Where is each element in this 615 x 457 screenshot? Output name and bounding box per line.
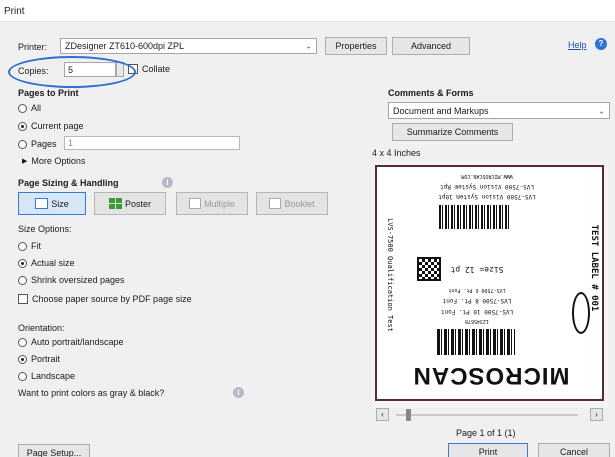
- label-line-url: WWW.MICROSCAN.COM: [461, 173, 513, 179]
- poster-icon: [108, 198, 122, 209]
- poster-button-label: Poster: [124, 198, 151, 209]
- radio-landscape-label: Landscape: [31, 371, 76, 381]
- label-line-5: LVS-7500 10 Pt. Font: [440, 308, 514, 315]
- collate-label: Collate: [142, 64, 171, 74]
- size-button-label: Size: [51, 198, 69, 209]
- barcode-bottom: [437, 329, 515, 355]
- label-preview: MICROSCAN LVS-7500 Qualification Test TE…: [375, 165, 604, 401]
- booklet-icon: [269, 198, 282, 209]
- sizing-heading: Page Sizing & Handling: [18, 178, 119, 188]
- label-line-6: 12345678: [464, 318, 490, 324]
- scroll-right-button[interactable]: ›: [590, 408, 603, 421]
- properties-button[interactable]: Properties: [325, 37, 387, 55]
- scroll-track[interactable]: [396, 414, 578, 416]
- radio-actual-button[interactable]: [18, 258, 27, 268]
- radio-actual-size[interactable]: Actual size: [18, 258, 75, 268]
- paper-source-option[interactable]: Choose paper source by PDF page size: [18, 294, 192, 304]
- label-line-1: LVS-7500 Vision System Rpt: [440, 183, 534, 190]
- help-link[interactable]: Help: [568, 40, 587, 50]
- cancel-button[interactable]: Cancel: [538, 443, 610, 457]
- radio-auto-button[interactable]: [18, 337, 27, 347]
- print-dialog: Printer: ZDesigner ZT610-600dpi ZPL ⌄ Pr…: [0, 22, 615, 457]
- barcode-top: [439, 205, 509, 229]
- comments-select[interactable]: Document and Markups ⌄: [388, 102, 610, 119]
- page-indicator: Page 1 of 1 (1): [456, 428, 516, 438]
- radio-fit[interactable]: Fit: [18, 241, 41, 251]
- label-logo: MICROSCAN: [412, 362, 570, 389]
- qr-code: [417, 257, 441, 281]
- radio-shrink-label: Shrink oversized pages: [31, 275, 125, 285]
- booklet-button-label: Booklet: [284, 198, 315, 209]
- radio-shrink-button[interactable]: [18, 275, 27, 285]
- radio-all-label: All: [31, 103, 42, 113]
- chevron-down-icon: ⌄: [305, 41, 312, 51]
- paper-size-text: 4 x 4 Inches: [372, 148, 421, 158]
- radio-portrait-button[interactable]: [18, 354, 27, 364]
- label-line-4: LVS-7500 8 Pt. Font: [442, 297, 512, 304]
- comments-heading: Comments & Forms: [388, 88, 474, 98]
- pages-input[interactable]: 1: [64, 136, 240, 150]
- pages-heading: Pages to Print: [18, 88, 79, 98]
- paper-source-checkbox[interactable]: [18, 294, 28, 304]
- page-setup-button[interactable]: Page Setup...: [18, 444, 90, 457]
- radio-current-button[interactable]: [18, 121, 27, 131]
- chevron-down-icon: ⌄: [598, 106, 605, 115]
- multiple-button-label: Multiple: [203, 198, 235, 209]
- radio-landscape[interactable]: Landscape: [18, 371, 75, 381]
- poster-button[interactable]: Poster: [94, 192, 166, 215]
- radio-fit-label: Fit: [31, 241, 41, 251]
- advanced-button[interactable]: Advanced: [392, 37, 470, 55]
- annotation-circle: [8, 56, 136, 88]
- summarize-comments-button[interactable]: Summarize Comments: [392, 123, 513, 141]
- radio-current-page[interactable]: Current page: [18, 121, 84, 131]
- radio-auto-label: Auto portrait/landscape: [31, 337, 124, 347]
- radio-actual-label: Actual size: [31, 258, 75, 268]
- label-line-3: LVS-7500 6 Pt. Font: [448, 287, 506, 293]
- size-button[interactable]: Size: [18, 192, 86, 215]
- printer-value: ZDesigner ZT610-600dpi ZPL: [65, 41, 185, 51]
- radio-landscape-button[interactable]: [18, 371, 27, 381]
- radio-fit-button[interactable]: [18, 241, 27, 251]
- help-icon[interactable]: ?: [595, 38, 607, 50]
- radio-portrait-label: Portrait: [31, 354, 61, 364]
- label-number-circle: [572, 292, 590, 334]
- window-title: Print: [0, 0, 615, 22]
- radio-portrait[interactable]: Portrait: [18, 354, 60, 364]
- label-side-left: LVS-7500 Qualification Test: [386, 218, 394, 332]
- radio-all[interactable]: All: [18, 103, 41, 113]
- gray-question: Want to print colors as gray & black?: [18, 388, 165, 398]
- radio-auto-portrait[interactable]: Auto portrait/landscape: [18, 337, 124, 347]
- multiple-icon: [188, 198, 201, 209]
- scroll-thumb[interactable]: [406, 409, 411, 421]
- radio-shrink[interactable]: Shrink oversized pages: [18, 275, 125, 285]
- paper-source-label: Choose paper source by PDF page size: [32, 294, 192, 304]
- radio-pages-button[interactable]: [18, 139, 27, 149]
- multiple-button[interactable]: Multiple: [176, 192, 248, 215]
- radio-all-button[interactable]: [18, 103, 27, 113]
- info-icon[interactable]: i: [233, 387, 244, 398]
- printer-select[interactable]: ZDesigner ZT610-600dpi ZPL ⌄: [60, 38, 317, 54]
- size-icon: [35, 198, 49, 209]
- orientation-label: Orientation:: [18, 323, 65, 333]
- label-line-2: LVS-7500 Vision System 10pt: [438, 193, 536, 200]
- more-options-label: More Options: [31, 156, 86, 166]
- scroll-left-button[interactable]: ‹: [376, 408, 389, 421]
- radio-pages[interactable]: Pages: [18, 139, 57, 149]
- booklet-button[interactable]: Booklet: [256, 192, 328, 215]
- printer-label: Printer:: [18, 42, 48, 52]
- preview-scrollbar[interactable]: ‹ ›: [372, 406, 608, 424]
- label-side-right: TEST LABEL # 001: [589, 224, 599, 312]
- size-options-label: Size Options:: [18, 224, 72, 234]
- radio-current-label: Current page: [31, 121, 84, 131]
- radio-pages-label: Pages: [31, 139, 57, 149]
- comments-select-value: Document and Markups: [393, 105, 489, 116]
- print-button[interactable]: Print: [448, 443, 528, 457]
- info-icon[interactable]: i: [162, 177, 173, 188]
- label-size-text: Size= 12 pt: [450, 265, 504, 274]
- more-options[interactable]: ▶ More Options: [22, 156, 85, 166]
- triangle-right-icon: ▶: [22, 158, 28, 165]
